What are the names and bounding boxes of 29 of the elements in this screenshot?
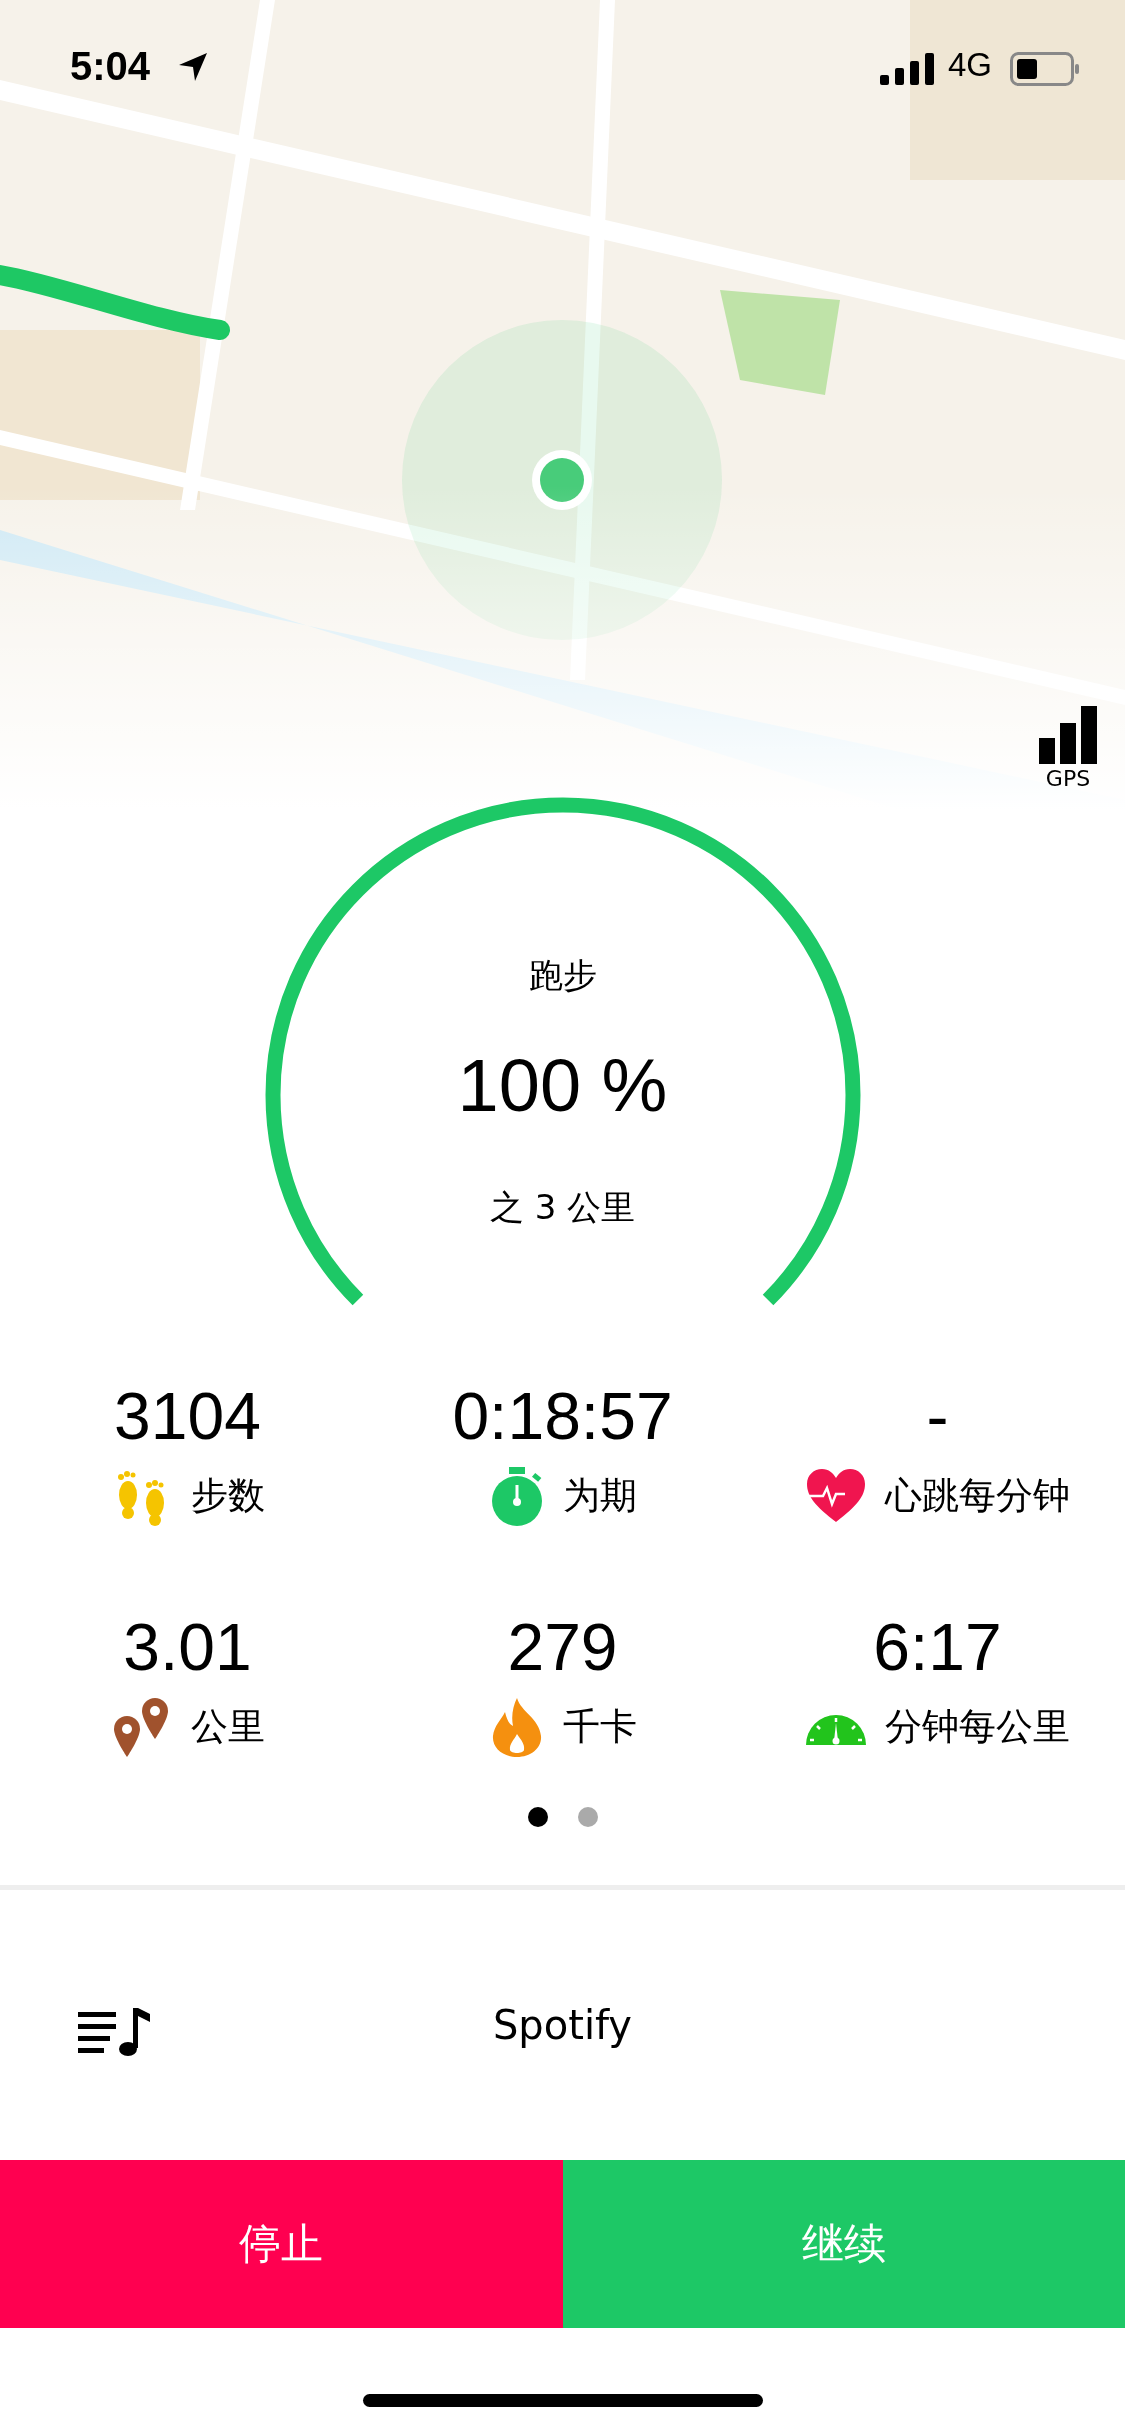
page-dot[interactable] <box>527 1807 548 1827</box>
stat-value: 279 <box>507 1611 618 1684</box>
location-arrow-icon <box>178 52 208 82</box>
stop-button[interactable]: 停止 <box>0 2160 563 2328</box>
heart-pulse-icon <box>805 1468 867 1524</box>
activity-name: 跑步 <box>527 954 598 997</box>
signal-icon <box>880 53 934 85</box>
battery-icon <box>1010 52 1080 86</box>
stat-label: 步数 <box>190 1473 265 1519</box>
music-source[interactable]: Spotify <box>492 2002 633 2048</box>
stat-value: 0:18:57 <box>452 1380 673 1453</box>
stat-label: 为期 <box>562 1473 637 1519</box>
stat-label: 心跳每分钟 <box>885 1473 1070 1519</box>
stat-value: - <box>926 1380 949 1453</box>
goal-percent: 100 % <box>456 1043 669 1128</box>
stat-label: 分钟每公里 <box>885 1704 1070 1750</box>
gps-label: GPS <box>1045 766 1091 791</box>
goal-target: 之 3 公里 <box>488 1186 637 1229</box>
network-type: 4G <box>948 46 993 84</box>
page-dot[interactable] <box>577 1807 598 1827</box>
stat-value: 3.01 <box>123 1611 252 1684</box>
stat-value: 6:17 <box>873 1611 1002 1684</box>
stat-label: 千卡 <box>562 1704 637 1750</box>
resume-button[interactable]: 继续 <box>562 2160 1125 2328</box>
stat-label: 公里 <box>190 1704 265 1750</box>
status-time: 5:04 <box>70 44 151 89</box>
stat-value: 3104 <box>114 1380 261 1453</box>
playlist-icon <box>78 2008 152 2058</box>
gps-signal-icon <box>1039 706 1097 764</box>
